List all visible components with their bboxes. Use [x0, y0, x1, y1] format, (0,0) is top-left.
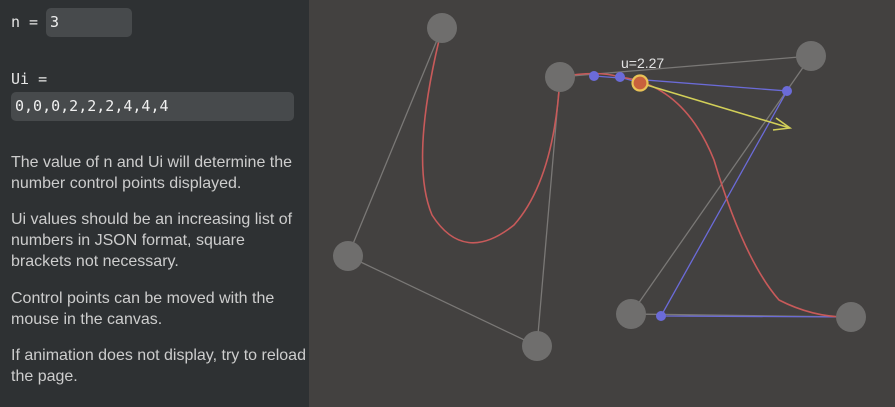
sidebar: n = 3 Ui = 0,0,0,2,2,2,4,4,4 The value o… [0, 0, 309, 407]
construction-point [656, 311, 666, 321]
control-point[interactable] [522, 331, 552, 361]
spline-curve [421, 27, 852, 318]
control-point[interactable] [427, 13, 457, 43]
control-point[interactable] [545, 62, 575, 92]
construction-point [589, 71, 599, 81]
control-polygon [347, 27, 852, 347]
control-point[interactable] [796, 41, 826, 71]
n-input[interactable]: 3 [46, 8, 132, 37]
app: n = 3 Ui = 0,0,0,2,2,2,4,4,4 The value o… [0, 0, 895, 407]
canvas-svg[interactable]: u=2.27 [309, 0, 895, 407]
u-value-label: u=2.27 [621, 55, 664, 71]
current-curve-point [631, 74, 649, 92]
n-label: n = [11, 13, 39, 31]
curve-canvas[interactable]: u=2.27 [309, 0, 895, 407]
ui-label: Ui = [11, 70, 48, 88]
control-point[interactable] [616, 299, 646, 329]
help-text-n-ui: The value of n and Ui will determine the… [11, 154, 293, 192]
control-point[interactable] [836, 302, 866, 332]
ui-input[interactable]: 0,0,0,2,2,2,4,4,4 [11, 92, 294, 121]
help-text-drag: Control points can be moved with the mou… [11, 290, 275, 328]
construction-point [782, 86, 792, 96]
control-point[interactable] [333, 241, 363, 271]
help-text-format: Ui values should be an increasing list o… [11, 211, 293, 270]
construction-point [615, 72, 625, 82]
help-text-reload: If animation does not display, try to re… [11, 347, 306, 385]
construction-line-outer [593, 75, 851, 318]
